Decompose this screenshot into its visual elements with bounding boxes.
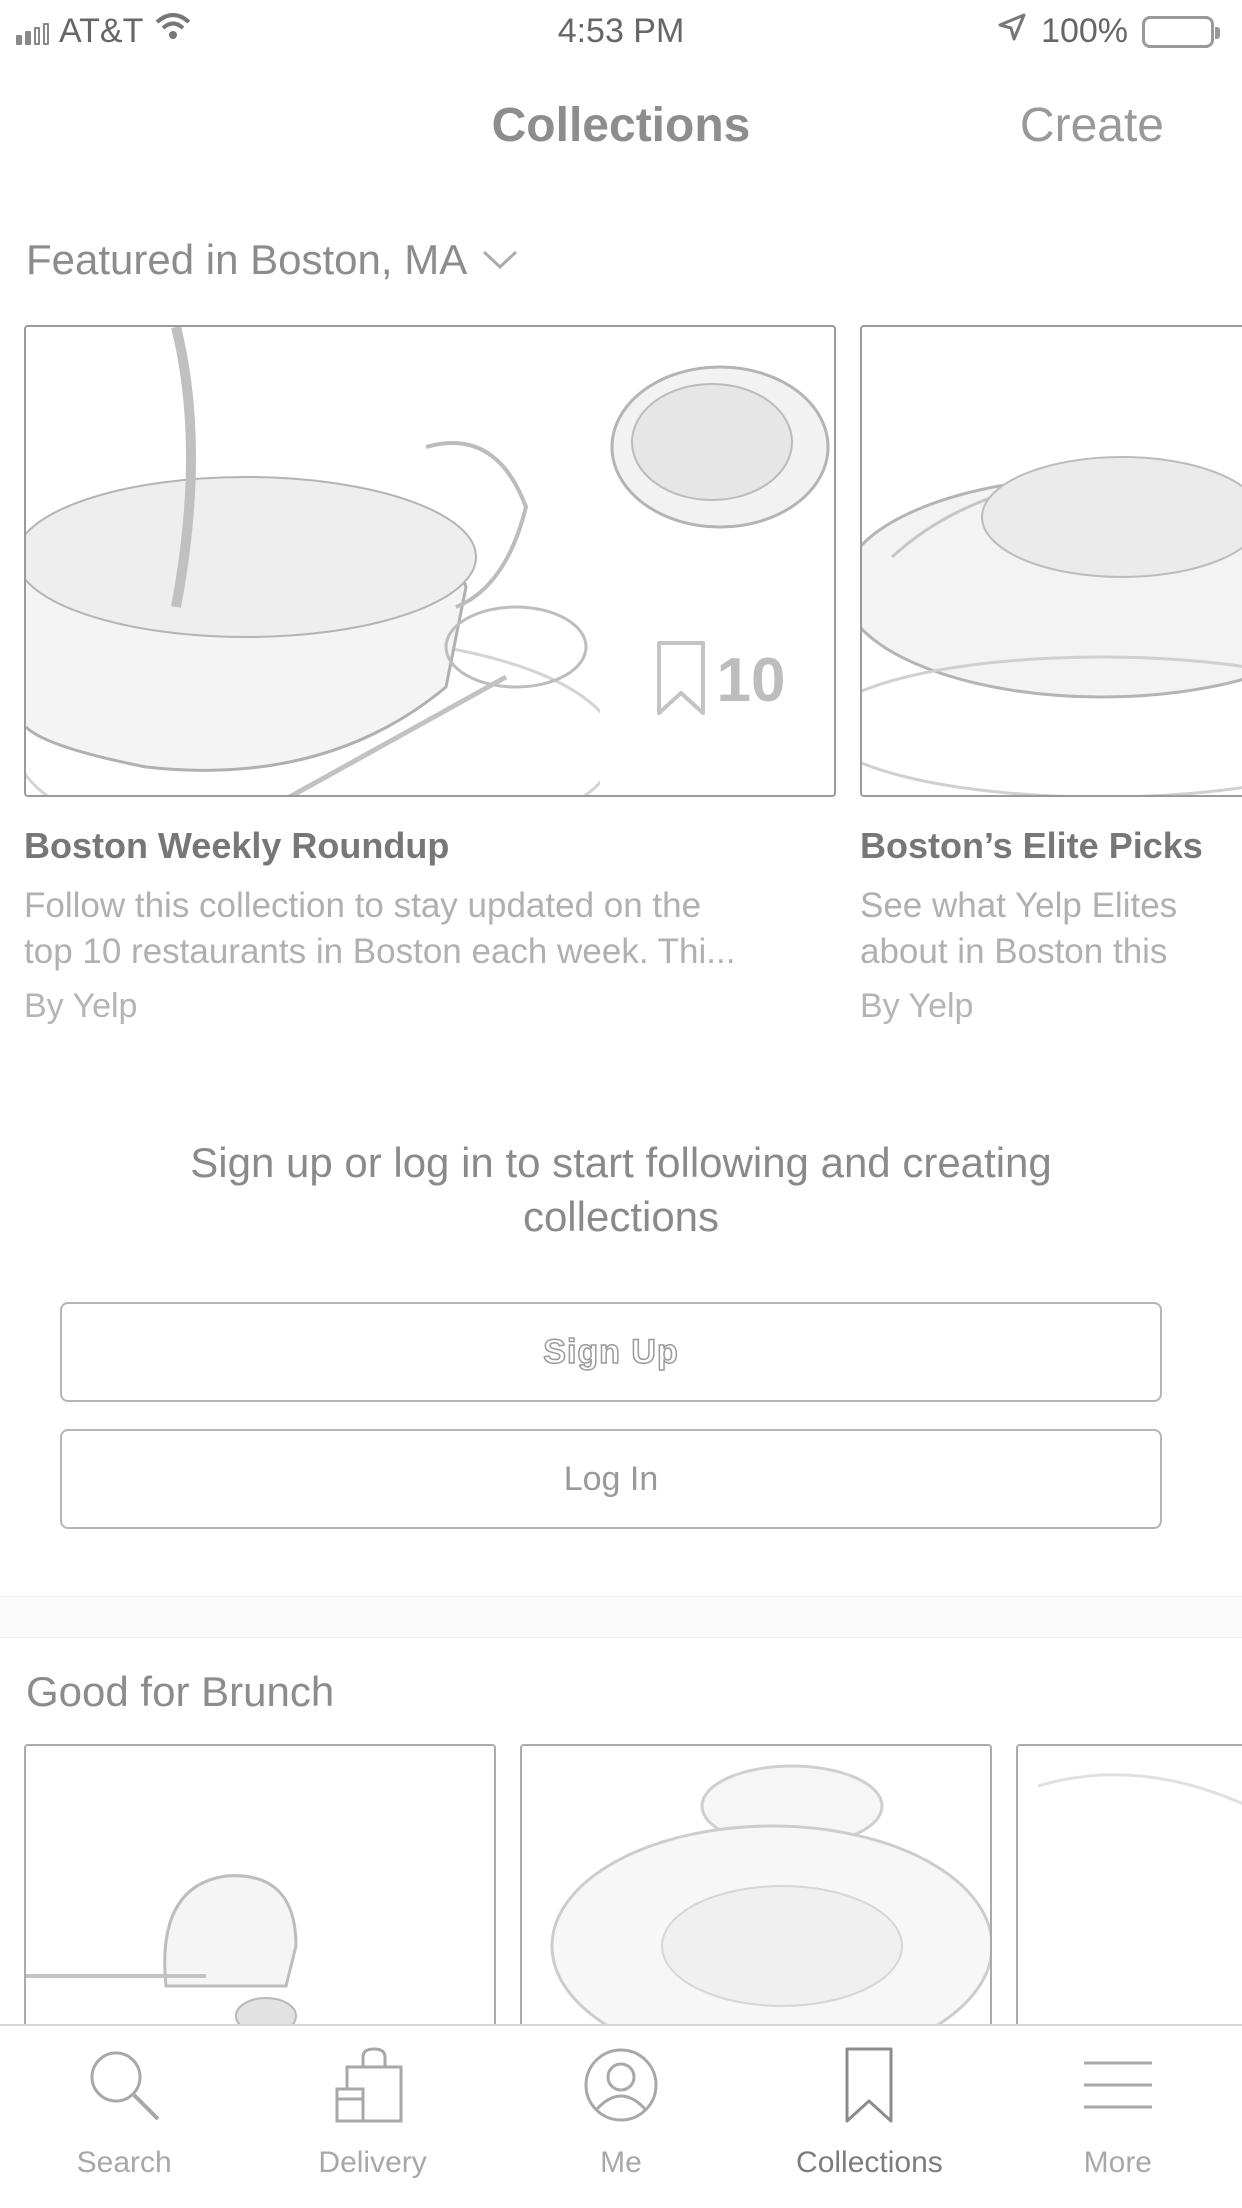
tab-collections[interactable]: Collections [745, 2026, 993, 2208]
battery-percent: 100% [1041, 12, 1128, 50]
collection-title: Boston Weekly Roundup [24, 825, 450, 866]
create-button[interactable]: Create [1020, 98, 1164, 153]
battery-icon [1142, 15, 1220, 48]
tab-me[interactable]: Me [497, 2026, 745, 2208]
food-photo-main [862, 327, 1242, 795]
search-icon [84, 2042, 164, 2128]
tab-search[interactable]: Search [0, 2026, 248, 2208]
log-in-button[interactable]: Log In [60, 1429, 1162, 1529]
tab-label: Search [76, 2146, 172, 2179]
brunch-collection-card[interactable] [24, 1744, 496, 2024]
brunch-collection-card[interactable] [1016, 1744, 1242, 2024]
tab-bar: Search Delivery Me Collections More [0, 2024, 1242, 2208]
signup-prompt: Sign up or log in to start following and… [0, 1136, 1242, 1244]
collection-description-line: Follow this collection to stay updated o… [24, 886, 702, 925]
signup-prompt-line: Sign up or log in to start following and… [190, 1139, 1052, 1186]
bookmark-icon [839, 2042, 899, 2128]
collection-author: By Yelp [24, 987, 138, 1025]
profile-icon [581, 2042, 661, 2128]
collection-author: By Yelp [860, 987, 974, 1025]
collection-card-images: 10 [24, 325, 836, 797]
chevron-down-icon [481, 248, 519, 272]
section-divider [0, 1596, 1242, 1638]
delivery-bag-icon [333, 2042, 413, 2128]
collection-count: 10 [716, 645, 786, 715]
featured-header-label: Featured in Boston, MA [26, 236, 468, 283]
status-bar: AT&T 4:53 PM 100% [0, 0, 1242, 62]
tab-more[interactable]: More [994, 2026, 1242, 2208]
location-arrow-icon [997, 12, 1027, 51]
sign-up-button[interactable]: Sign Up [60, 1302, 1162, 1402]
collection-card-images [860, 325, 1242, 797]
brunch-collection-card[interactable] [520, 1744, 992, 2024]
food-photo-side [602, 327, 834, 561]
location-selector[interactable]: Featured in Boston, MA [26, 236, 519, 284]
brunch-photo [26, 1746, 494, 2024]
collection-description-line: about in Boston this [860, 932, 1168, 971]
tab-label: Me [600, 2146, 642, 2179]
collection-save-count: 10 [602, 561, 834, 795]
brunch-photo [1018, 1746, 1242, 2024]
menu-icon [1078, 2042, 1158, 2128]
collection-description-line: top 10 restaurants in Boston each week. … [24, 932, 736, 971]
tab-label: Collections [796, 2146, 943, 2179]
signup-prompt-line: collections [522, 1193, 720, 1240]
collection-title: Boston’s Elite Picks [860, 825, 1203, 866]
collection-description: Follow this collection to stay updated o… [24, 883, 836, 975]
tab-label: Delivery [318, 2146, 427, 2179]
collection-description: See what Yelp Elites about in Boston thi… [860, 883, 1242, 975]
food-photo-main [26, 327, 618, 795]
collection-card-boston-elite-picks[interactable]: Boston’s Elite Picks See what Yelp Elite… [860, 325, 1242, 1026]
tab-delivery[interactable]: Delivery [248, 2026, 496, 2208]
status-right: 100% [997, 12, 1220, 51]
brunch-photo [522, 1746, 990, 2024]
tab-label: More [1083, 2146, 1152, 2179]
nav-bar: Collections Create [0, 62, 1242, 190]
bookmark-icon [655, 639, 707, 722]
collection-card-boston-weekly-roundup[interactable]: 10 Boston Weekly Roundup Follow this col… [24, 325, 836, 1026]
collection-description-line: See what Yelp Elites [860, 886, 1178, 925]
brunch-section-header: Good for Brunch [26, 1668, 335, 1715]
